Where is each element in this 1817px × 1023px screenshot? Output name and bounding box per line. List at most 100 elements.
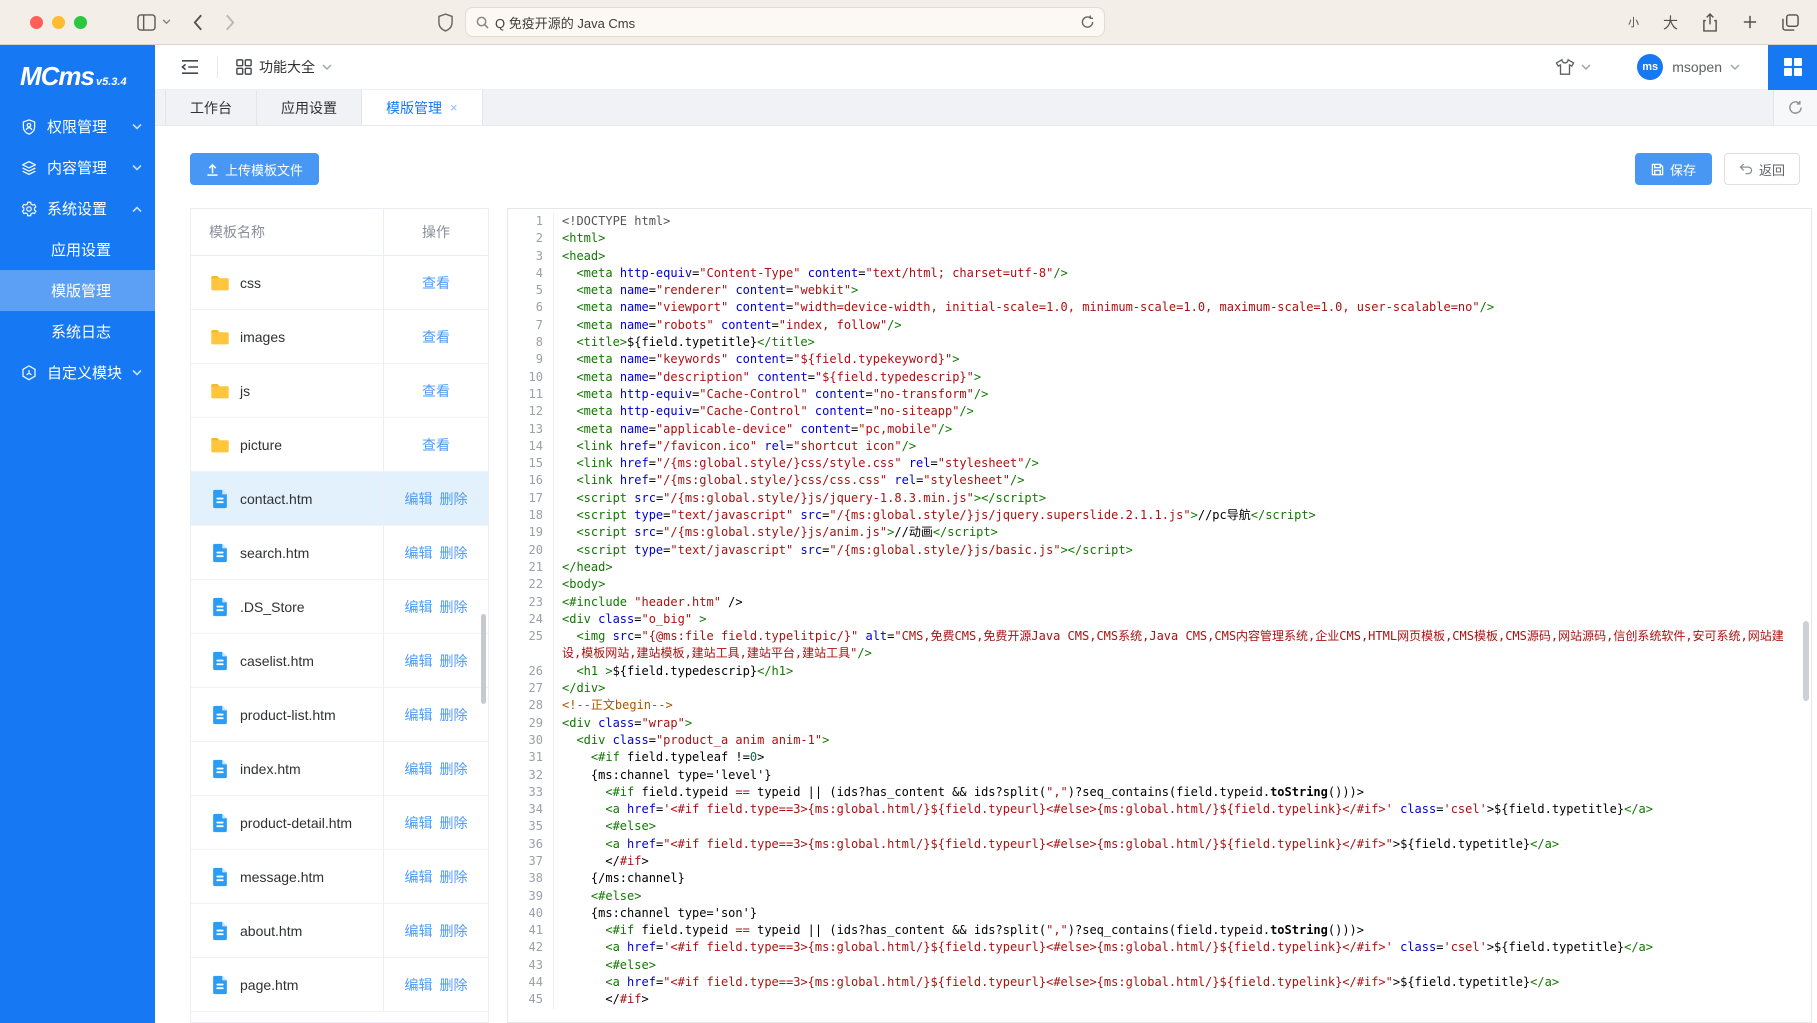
code-text[interactable]: <script src="/{ms:global.style/}js/anim.…	[554, 524, 1811, 541]
share-icon[interactable]	[1702, 13, 1718, 32]
sidebar-chevron-icon[interactable]	[162, 19, 171, 25]
code-text[interactable]: <meta name="renderer" content="webkit">	[554, 282, 1811, 299]
code-text[interactable]: <script src="/{ms:global.style/}js/jquer…	[554, 490, 1811, 507]
user-menu[interactable]: ms msopen	[1637, 54, 1740, 80]
table-row[interactable]: about.htm编辑删除	[191, 904, 488, 958]
back-icon[interactable]	[193, 14, 203, 31]
editor-scrollbar[interactable]	[1803, 621, 1809, 701]
table-scrollbar[interactable]	[481, 614, 486, 704]
code-text[interactable]: <#else>	[554, 888, 1811, 905]
view-link[interactable]: 查看	[422, 327, 450, 347]
code-text[interactable]: <head>	[554, 248, 1811, 265]
fullscreen-window-button[interactable]	[74, 16, 87, 29]
view-link[interactable]: 查看	[422, 273, 450, 293]
table-row[interactable]: css查看	[191, 256, 488, 310]
sidebar-item-custom-modules[interactable]: 自定义模块	[0, 352, 155, 393]
sidebar-subitem-template-management[interactable]: 模版管理	[0, 270, 155, 311]
code-text[interactable]: <script type="text/javascript" src="/{ms…	[554, 542, 1811, 559]
code-text[interactable]: <div class="o_big" >	[554, 611, 1811, 628]
code-text[interactable]: </head>	[554, 559, 1811, 576]
code-text[interactable]: <a href="<#if field.type==3>{ms:global.h…	[554, 974, 1811, 991]
table-row[interactable]: product-list.htm编辑删除	[191, 688, 488, 742]
delete-link[interactable]: 删除	[440, 543, 468, 563]
code-editor[interactable]: 1<!DOCTYPE html>2<html>3<head>4 <meta ht…	[507, 208, 1812, 1023]
code-text[interactable]: </#if>	[554, 853, 1811, 870]
delete-link[interactable]: 删除	[440, 759, 468, 779]
edit-link[interactable]: 编辑	[405, 921, 433, 941]
code-text[interactable]: {ms:channel type='son'}	[554, 905, 1811, 922]
code-text[interactable]: <meta http-equiv="Content-Type" content=…	[554, 265, 1811, 282]
code-text[interactable]: <link href="/favicon.ico" rel="shortcut …	[554, 438, 1811, 455]
delete-link[interactable]: 删除	[440, 489, 468, 509]
code-text[interactable]: <meta http-equiv="Cache-Control" content…	[554, 386, 1811, 403]
tab-template-management[interactable]: 模版管理×	[362, 90, 483, 125]
delete-link[interactable]: 删除	[440, 597, 468, 617]
code-text[interactable]: <#else>	[554, 957, 1811, 974]
sidebar-item-permissions[interactable]: 权限管理	[0, 106, 155, 147]
code-text[interactable]: <#if field.typeid == typeid || (ids?has_…	[554, 784, 1811, 801]
edit-link[interactable]: 编辑	[405, 489, 433, 509]
code-text[interactable]: <a href='<#if field.type==3>{ms:global.h…	[554, 939, 1811, 956]
edit-link[interactable]: 编辑	[405, 597, 433, 617]
table-row[interactable]: images查看	[191, 310, 488, 364]
delete-link[interactable]: 删除	[440, 705, 468, 725]
apps-grid-button[interactable]	[1768, 45, 1817, 90]
code-text[interactable]: <body>	[554, 576, 1811, 593]
code-text[interactable]: <meta name="robots" content="index, foll…	[554, 317, 1811, 334]
table-row[interactable]: caselist.htm编辑删除	[191, 634, 488, 688]
tab-app-settings[interactable]: 应用设置	[257, 90, 362, 125]
save-button[interactable]: 保存	[1635, 153, 1712, 185]
code-text[interactable]: <!DOCTYPE html>	[554, 213, 1811, 230]
upload-template-button[interactable]: 上传模板文件	[190, 153, 319, 185]
edit-link[interactable]: 编辑	[405, 543, 433, 563]
minimize-window-button[interactable]	[52, 16, 65, 29]
table-row[interactable]: page.htm编辑删除	[191, 958, 488, 1012]
table-row[interactable]: contact.htm编辑删除	[191, 472, 488, 526]
code-text[interactable]: <link href="/{ms:global.style/}css/style…	[554, 455, 1811, 472]
code-text[interactable]: <link href="/{ms:global.style/}css/css.c…	[554, 472, 1811, 489]
code-text[interactable]: </div>	[554, 680, 1811, 697]
code-text[interactable]: <#if field.typeleaf !=0>	[554, 749, 1811, 766]
sidebar-subitem-app-settings[interactable]: 应用设置	[0, 229, 155, 270]
code-text[interactable]: <#if field.typeid == typeid || (ids?has_…	[554, 922, 1811, 939]
table-row[interactable]: .DS_Store编辑删除	[191, 580, 488, 634]
delete-link[interactable]: 删除	[440, 921, 468, 941]
delete-link[interactable]: 删除	[440, 975, 468, 995]
code-text[interactable]: <meta name="keywords" content="${field.t…	[554, 351, 1811, 368]
edit-link[interactable]: 编辑	[405, 651, 433, 671]
table-row[interactable]: picture查看	[191, 418, 488, 472]
code-text[interactable]: {/ms:channel}	[554, 870, 1811, 887]
table-row[interactable]: message.htm编辑删除	[191, 850, 488, 904]
privacy-shield-icon[interactable]	[438, 13, 453, 32]
view-link[interactable]: 查看	[422, 435, 450, 455]
code-text[interactable]: <meta name="description" content="${fiel…	[554, 369, 1811, 386]
tab-workbench[interactable]: 工作台	[165, 90, 257, 125]
code-text[interactable]: <#include "header.htm" />	[554, 594, 1811, 611]
code-text[interactable]: <a href='<#if field.type==3>{ms:global.h…	[554, 801, 1811, 818]
text-zoom-in-icon[interactable]: 大	[1663, 12, 1678, 33]
code-text[interactable]: <meta http-equiv="Cache-Control" content…	[554, 403, 1811, 420]
code-text[interactable]: <img src="{@ms:file field.typelitpic/}" …	[554, 628, 1811, 663]
delete-link[interactable]: 删除	[440, 813, 468, 833]
code-text[interactable]: <div class="wrap">	[554, 715, 1811, 732]
edit-link[interactable]: 编辑	[405, 975, 433, 995]
code-text[interactable]: <h1 >${field.typedescrip}</h1>	[554, 663, 1811, 680]
table-row[interactable]: product-detail.htm编辑删除	[191, 796, 488, 850]
reload-icon[interactable]	[1081, 15, 1094, 29]
sidebar-item-system-settings[interactable]: 系统设置	[0, 188, 155, 229]
code-text[interactable]: <div class="product_a anim anim-1">	[554, 732, 1811, 749]
new-tab-icon[interactable]	[1742, 14, 1758, 30]
address-bar[interactable]: Q 免疫开源的 Java Cms	[465, 7, 1105, 37]
refresh-tab-icon[interactable]	[1773, 90, 1817, 125]
code-text[interactable]: <meta name="viewport" content="width=dev…	[554, 299, 1811, 316]
sidebar-subitem-system-logs[interactable]: 系统日志	[0, 311, 155, 352]
table-row[interactable]: search.htm编辑删除	[191, 526, 488, 580]
sidebar-item-content-management[interactable]: 内容管理	[0, 147, 155, 188]
code-text[interactable]: <html>	[554, 230, 1811, 247]
edit-link[interactable]: 编辑	[405, 705, 433, 725]
code-text[interactable]: <!--正文begin-->	[554, 697, 1811, 714]
code-text[interactable]: {ms:channel type='level'}	[554, 767, 1811, 784]
delete-link[interactable]: 删除	[440, 651, 468, 671]
collapse-sidebar-icon[interactable]	[181, 59, 199, 75]
forward-icon[interactable]	[225, 14, 235, 31]
